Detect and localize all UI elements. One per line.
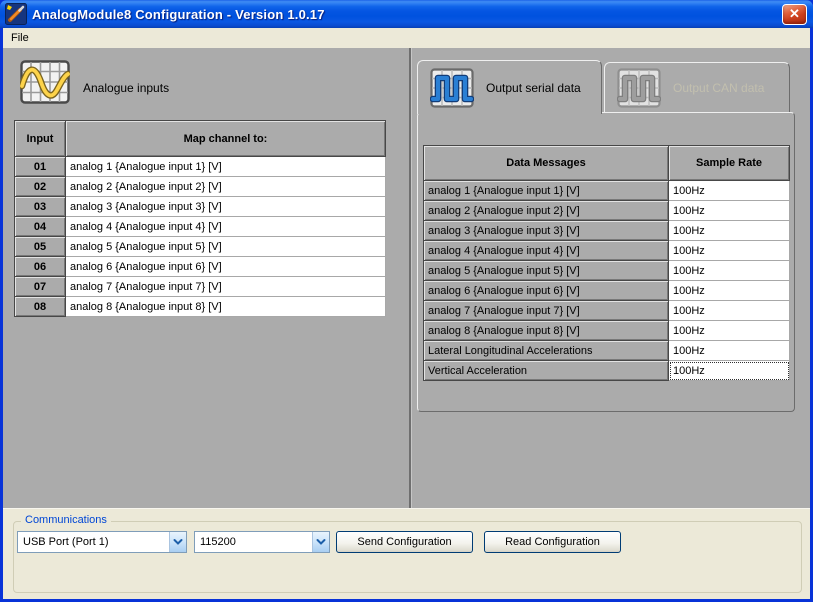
sample-rate-cell[interactable]: 100Hz [669, 341, 790, 361]
sample-rate-cell[interactable]: 100Hz [669, 201, 790, 221]
input-number-cell: 08 [15, 297, 66, 317]
data-message-cell: analog 7 {Analogue input 7} [V] [424, 301, 669, 321]
table-row: analog 6 {Analogue input 6} [V] 100Hz [424, 281, 790, 301]
table-row: 02 analog 2 {Analogue input 2} [V] [15, 177, 386, 197]
serial-messages-table: Data Messages Sample Rate analog 1 {Anal… [423, 145, 790, 381]
table-row: 07 analog 7 {Analogue input 7} [V] [15, 277, 386, 297]
baud-rate-select[interactable]: 115200 [194, 531, 330, 553]
port-select[interactable]: USB Port (Port 1) [17, 531, 187, 553]
map-channel-column-header: Map channel to: [66, 121, 386, 157]
panel-divider [409, 48, 412, 508]
table-row: 05 analog 5 {Analogue input 5} [V] [15, 237, 386, 257]
table-row: analog 2 {Analogue input 2} [V] 100Hz [424, 201, 790, 221]
map-channel-cell[interactable]: analog 3 {Analogue input 3} [V] [66, 197, 386, 217]
sample-rate-cell[interactable]: 100Hz [669, 301, 790, 321]
input-number-cell: 07 [15, 277, 66, 297]
input-number-cell: 02 [15, 177, 66, 197]
input-mapping-table: Input Map channel to: 01 analog 1 {Analo… [14, 120, 386, 317]
titlebar[interactable]: AnalogModule8 Configuration - Version 1.… [0, 0, 813, 28]
send-configuration-button[interactable]: Send Configuration [336, 531, 473, 553]
map-channel-cell[interactable]: analog 8 {Analogue input 8} [V] [66, 297, 386, 317]
chevron-down-icon[interactable] [312, 532, 329, 552]
map-channel-cell[interactable]: analog 6 {Analogue input 6} [V] [66, 257, 386, 277]
input-number-cell: 04 [15, 217, 66, 237]
table-row: 04 analog 4 {Analogue input 4} [V] [15, 217, 386, 237]
map-channel-cell[interactable]: analog 1 {Analogue input 1} [V] [66, 157, 386, 177]
data-message-cell: Vertical Acceleration [424, 361, 669, 381]
table-row: 08 analog 8 {Analogue input 8} [V] [15, 297, 386, 317]
map-channel-cell[interactable]: analog 4 {Analogue input 4} [V] [66, 217, 386, 237]
input-number-cell: 06 [15, 257, 66, 277]
sample-rate-cell[interactable]: 100Hz [669, 181, 790, 201]
table-row: analog 3 {Analogue input 3} [V] 100Hz [424, 221, 790, 241]
sample-rate-cell[interactable]: 100Hz [669, 321, 790, 341]
input-number-cell: 05 [15, 237, 66, 257]
table-header-row: Data Messages Sample Rate [424, 146, 790, 181]
map-channel-cell[interactable]: analog 7 {Analogue input 7} [V] [66, 277, 386, 297]
tab-output-can-data: Output CAN data [604, 62, 790, 112]
data-message-cell: analog 2 {Analogue input 2} [V] [424, 201, 669, 221]
menu-file[interactable]: File [3, 30, 37, 46]
table-row: 06 analog 6 {Analogue input 6} [V] [15, 257, 386, 277]
communications-group-label: Communications [21, 514, 111, 526]
app-window: AnalogModule8 Configuration - Version 1.… [0, 0, 813, 602]
analogue-inputs-label: Analogue inputs [83, 81, 169, 95]
sample-rate-cell-focused[interactable]: 100Hz [669, 361, 790, 381]
read-configuration-button[interactable]: Read Configuration [484, 531, 621, 553]
sample-rate-cell[interactable]: 100Hz [669, 221, 790, 241]
tab-label: Output serial data [486, 81, 581, 95]
data-messages-column-header: Data Messages [424, 146, 669, 181]
data-message-cell: Lateral Longitudinal Accelerations [424, 341, 669, 361]
data-message-cell: analog 6 {Analogue input 6} [V] [424, 281, 669, 301]
table-row: 01 analog 1 {Analogue input 1} [V] [15, 157, 386, 177]
input-column-header: Input [15, 121, 66, 157]
data-message-cell: analog 1 {Analogue input 1} [V] [424, 181, 669, 201]
tab-label: Output CAN data [673, 81, 764, 95]
data-message-cell: analog 8 {Analogue input 8} [V] [424, 321, 669, 341]
table-row: analog 5 {Analogue input 5} [V] 100Hz [424, 261, 790, 281]
communications-panel: Communications USB Port (Port 1) 115200 … [3, 508, 810, 599]
tab-output-serial-data[interactable]: Output serial data [417, 60, 602, 114]
square-wave-grid-icon [430, 68, 474, 108]
baud-rate-value: 115200 [195, 532, 312, 552]
sample-rate-cell[interactable]: 100Hz [669, 261, 790, 281]
app-icon [5, 3, 27, 25]
sample-rate-column-header: Sample Rate [669, 146, 790, 181]
input-number-cell: 01 [15, 157, 66, 177]
close-icon: ✕ [789, 6, 800, 21]
table-row: analog 8 {Analogue input 8} [V] 100Hz [424, 321, 790, 341]
chevron-down-icon[interactable] [169, 532, 186, 552]
close-button[interactable]: ✕ [782, 4, 807, 25]
sine-wave-grid-icon [20, 60, 70, 104]
table-row: analog 1 {Analogue input 1} [V] 100Hz [424, 181, 790, 201]
table-row: analog 4 {Analogue input 4} [V] 100Hz [424, 241, 790, 261]
sample-rate-cell[interactable]: 100Hz [669, 241, 790, 261]
window-title: AnalogModule8 Configuration - Version 1.… [32, 7, 325, 22]
input-number-cell: 03 [15, 197, 66, 217]
table-row: 03 analog 3 {Analogue input 3} [V] [15, 197, 386, 217]
table-row: analog 7 {Analogue input 7} [V] 100Hz [424, 301, 790, 321]
menubar: File [3, 28, 810, 48]
map-channel-cell[interactable]: analog 2 {Analogue input 2} [V] [66, 177, 386, 197]
data-message-cell: analog 5 {Analogue input 5} [V] [424, 261, 669, 281]
sample-rate-cell[interactable]: 100Hz [669, 281, 790, 301]
square-wave-grid-icon-disabled [617, 68, 661, 108]
data-message-cell: analog 4 {Analogue input 4} [V] [424, 241, 669, 261]
table-row: Vertical Acceleration 100Hz [424, 361, 790, 381]
main-area: Analogue inputs Input Map channel to: 01… [3, 48, 810, 508]
port-select-value: USB Port (Port 1) [18, 532, 169, 552]
table-row: Lateral Longitudinal Accelerations 100Hz [424, 341, 790, 361]
table-header-row: Input Map channel to: [15, 121, 386, 157]
data-message-cell: analog 3 {Analogue input 3} [V] [424, 221, 669, 241]
map-channel-cell[interactable]: analog 5 {Analogue input 5} [V] [66, 237, 386, 257]
window-body: File Analogue inputs Input [0, 28, 813, 602]
